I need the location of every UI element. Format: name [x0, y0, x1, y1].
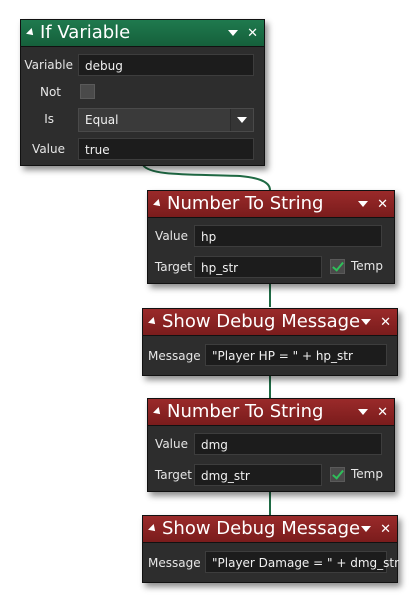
is-label: Is [44, 112, 54, 126]
message-field[interactable]: "Player Damage = " + dmg_str [205, 551, 399, 573]
target-field[interactable]: dmg_str [194, 464, 322, 486]
node-header[interactable]: Show Debug Message ✕ [143, 516, 397, 543]
number-to-string-node[interactable]: Number To String ✕ Value dmg Target dmg_… [147, 398, 395, 492]
temp-label: Temp [351, 259, 383, 273]
temp-label: Temp [351, 467, 383, 481]
dropdown-icon [237, 117, 247, 123]
dropdown-icon[interactable] [228, 30, 239, 36]
number-to-string-node[interactable]: Number To String ✕ Value hp Target hp_st… [147, 190, 395, 284]
close-icon[interactable]: ✕ [377, 406, 388, 419]
node-title: Show Debug Message [162, 518, 361, 539]
is-operator-value: Equal [85, 113, 119, 127]
collapse-icon[interactable] [26, 28, 36, 38]
collapse-icon[interactable] [148, 317, 158, 327]
collapse-icon[interactable] [153, 199, 163, 209]
variable-label: Variable [24, 58, 73, 72]
select-dropdown-button[interactable] [230, 109, 253, 131]
dropdown-icon[interactable] [361, 319, 372, 325]
node-title: Show Debug Message [162, 311, 361, 332]
variable-field[interactable]: debug [78, 54, 254, 76]
message-label: Message [148, 556, 201, 570]
target-field[interactable]: hp_str [194, 256, 322, 278]
collapse-icon[interactable] [153, 407, 163, 417]
node-title: Number To String [167, 193, 324, 214]
node-title: Number To String [167, 401, 324, 422]
close-icon[interactable]: ✕ [377, 198, 388, 211]
close-icon[interactable]: ✕ [380, 316, 391, 329]
temp-checkbox[interactable] [330, 467, 345, 482]
node-header[interactable]: If Variable ✕ [21, 20, 264, 47]
not-checkbox[interactable] [80, 84, 95, 99]
message-field[interactable]: "Player HP = " + hp_str [205, 344, 387, 366]
show-debug-message-node[interactable]: Show Debug Message ✕ Message "Player HP … [142, 308, 398, 376]
not-label: Not [39, 85, 61, 99]
collapse-icon[interactable] [148, 524, 158, 534]
close-icon[interactable]: ✕ [380, 523, 391, 536]
is-operator-select[interactable]: Equal [78, 108, 254, 132]
dropdown-icon[interactable] [358, 409, 369, 415]
temp-checkbox[interactable] [330, 259, 345, 274]
node-title: If Variable [40, 22, 131, 43]
node-header[interactable]: Show Debug Message ✕ [143, 309, 397, 336]
value-field[interactable]: dmg [194, 433, 382, 455]
target-label: Target [154, 468, 192, 482]
close-icon[interactable]: ✕ [247, 27, 258, 40]
dropdown-icon[interactable] [358, 201, 369, 207]
dropdown-icon[interactable] [361, 526, 372, 532]
value-label: Value [32, 142, 65, 156]
node-header[interactable]: Number To String ✕ [148, 191, 394, 218]
node-header[interactable]: Number To String ✕ [148, 399, 394, 426]
value-label: Value [155, 229, 188, 243]
value-field[interactable]: hp [194, 225, 382, 247]
target-label: Target [154, 260, 192, 274]
value-field[interactable]: true [78, 138, 254, 160]
show-debug-message-node[interactable]: Show Debug Message ✕ Message "Player Dam… [142, 515, 399, 583]
message-label: Message [148, 349, 201, 363]
if-variable-node[interactable]: If Variable ✕ Variable debug Not Is Equa… [20, 19, 265, 166]
value-label: Value [155, 437, 188, 451]
